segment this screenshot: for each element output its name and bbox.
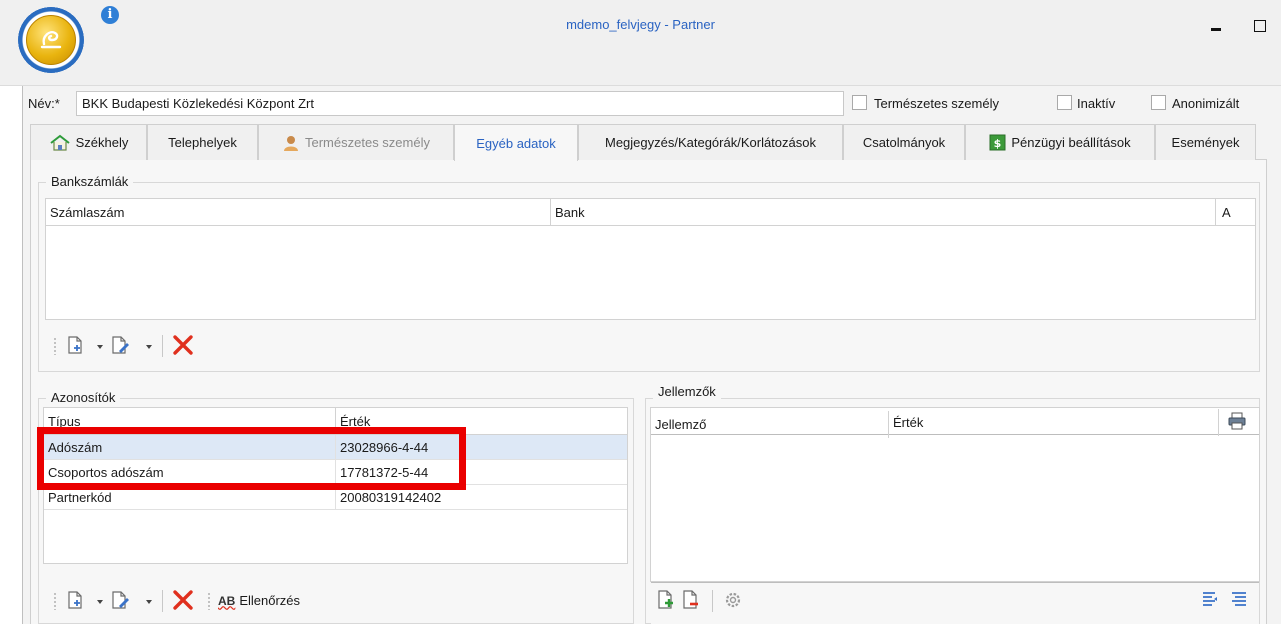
gear-icon[interactable]: [723, 590, 743, 610]
minimize-button[interactable]: [1205, 17, 1227, 39]
add-attribute-icon[interactable]: [656, 589, 676, 611]
tab-egyeb-adatok-label: Egyéb adatok: [476, 135, 556, 151]
tab-csatolmanyok[interactable]: Csatolmányok: [843, 124, 965, 160]
anonymized-checkbox[interactable]: [1151, 95, 1166, 110]
anonymized-label: Anonimizált: [1172, 96, 1240, 111]
tab-egyeb-adatok[interactable]: Egyéb adatok: [454, 124, 578, 161]
tab-termeszetes-szemely[interactable]: Természetes személy: [258, 124, 454, 160]
svg-text:$: $: [994, 137, 1002, 150]
money-icon: $: [989, 134, 1006, 151]
toolbar-grip: [53, 592, 57, 610]
remove-attribute-icon[interactable]: [681, 589, 701, 611]
identifiers-title: Azonosítók: [46, 390, 121, 405]
maximize-button[interactable]: [1249, 17, 1271, 39]
edit-record-dropdown-icon[interactable]: [146, 600, 152, 604]
toolbar-grip: [53, 337, 57, 355]
tab-megjegyzes[interactable]: Megjegyzés/Kategórák/Korlátozások: [578, 124, 843, 160]
natural-person-label: Természetes személy: [874, 96, 999, 111]
tab-telephelyek[interactable]: Telephelyek: [147, 124, 258, 160]
tab-csatolmanyok-label: Csatolmányok: [862, 135, 946, 150]
delete-icon[interactable]: [171, 588, 195, 612]
tab-szekhely[interactable]: Székhely: [30, 124, 147, 160]
tab-penzugyi-beallitasok-label: Pénzügyi beállítások: [1011, 135, 1131, 150]
edit-record-dropdown-icon[interactable]: [146, 345, 152, 349]
toolbar-grip: [207, 592, 211, 610]
toolbar-separator: [712, 590, 713, 612]
name-input[interactable]: BKK Budapesti Közlekedési Központ Zrt: [76, 91, 844, 116]
new-record-icon[interactable]: [66, 590, 84, 610]
name-label: Név:*: [28, 96, 60, 111]
window-title: mdemo_felvjegy - Partner: [566, 17, 715, 32]
check-button-label: Ellenőrzés: [239, 593, 301, 608]
tab-megjegyzes-label: Megjegyzés/Kategórák/Korlátozások: [604, 135, 816, 150]
toolbar-separator: [162, 335, 163, 357]
tab-szekhely-label: Székhely: [75, 135, 129, 150]
new-record-icon[interactable]: [66, 335, 84, 355]
attributes-col-attribute[interactable]: Jellemző: [651, 411, 889, 438]
edit-record-icon[interactable]: [110, 335, 130, 355]
home-icon: [50, 134, 70, 151]
align-left-icon[interactable]: [1201, 590, 1219, 608]
title-bar: [0, 0, 1281, 86]
attributes-title: Jellemzők: [653, 384, 721, 399]
bank-accounts-title: Bankszámlák: [46, 174, 134, 189]
align-right-icon[interactable]: [1230, 590, 1248, 608]
tab-termeszetes-szemely-label: Természetes személy: [305, 135, 430, 150]
tab-telephelyek-label: Telephelyek: [168, 135, 237, 150]
inactive-label: Inaktív: [1077, 96, 1116, 111]
person-icon: [284, 135, 298, 151]
edit-record-icon[interactable]: [110, 590, 130, 610]
bank-col-bank[interactable]: Bank: [551, 199, 1216, 226]
new-record-dropdown-icon[interactable]: [97, 600, 103, 604]
inactive-checkbox[interactable]: [1057, 95, 1072, 110]
tab-esemenyek[interactable]: Események: [1155, 124, 1256, 160]
spellcheck-icon: AB: [218, 593, 236, 608]
bank-col-a[interactable]: A: [1216, 199, 1255, 226]
delete-icon[interactable]: [171, 333, 195, 357]
toolbar-separator: [162, 590, 163, 612]
print-icon[interactable]: [1227, 412, 1247, 430]
attributes-col-value[interactable]: Érték: [889, 409, 1219, 436]
tab-esemenyek-label: Események: [1171, 135, 1240, 150]
natural-person-checkbox[interactable]: [852, 95, 867, 110]
tab-penzugyi-beallitasok[interactable]: $ Pénzügyi beállítások: [965, 124, 1155, 160]
new-record-dropdown-icon[interactable]: [97, 345, 103, 349]
highlight-box: [37, 427, 466, 490]
check-button[interactable]: AB Ellenőrzés: [218, 593, 300, 608]
bank-col-account-number[interactable]: Számlaszám: [46, 199, 551, 226]
